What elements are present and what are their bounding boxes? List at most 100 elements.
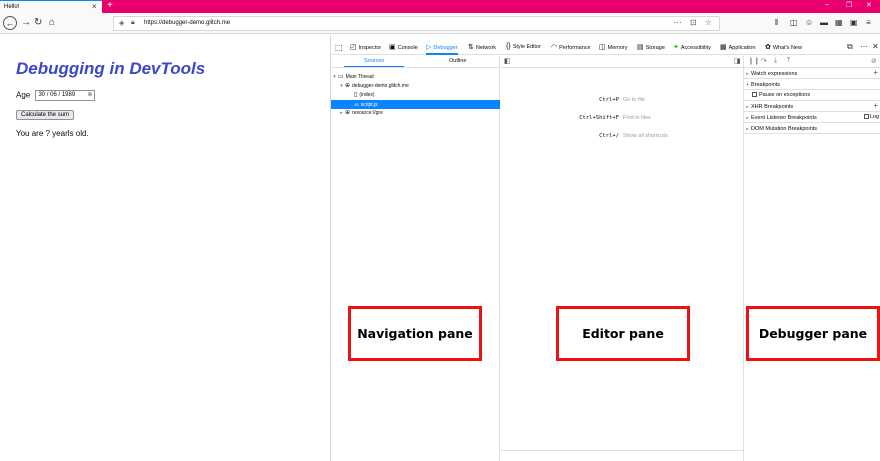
log-toggle[interactable]: Log bbox=[863, 112, 879, 123]
home-icon[interactable]: ⌂ bbox=[49, 16, 55, 30]
page-heading: Debugging in DevTools bbox=[16, 59, 206, 78]
tab-accessibility[interactable]: ✦ Accessibility bbox=[673, 43, 711, 51]
tree-item-index[interactable]: ▯ (index) bbox=[331, 91, 500, 100]
tab-console[interactable]: ▣ Console bbox=[389, 43, 418, 51]
pause-exceptions-checkbox[interactable] bbox=[752, 92, 757, 98]
chevron-right-icon: ▸ bbox=[746, 115, 749, 120]
chevron-down-icon[interactable]: ▾ bbox=[331, 73, 338, 82]
tree-item-label: (index) bbox=[359, 92, 375, 98]
account-icon[interactable]: ☺ bbox=[805, 18, 813, 27]
tab-style-editor[interactable]: {} Style Editor bbox=[506, 43, 541, 50]
debugger-icon: ▷ bbox=[426, 44, 432, 51]
close-window-icon[interactable]: ✕ bbox=[866, 1, 872, 9]
addon-icon[interactable]: ▣ bbox=[850, 18, 858, 27]
tab-sources[interactable]: Sources bbox=[343, 58, 405, 67]
tab-inspector[interactable]: ◰ Inspector bbox=[350, 43, 381, 51]
xhr-breakpoints-header[interactable]: ▸ XHR Breakpoints + bbox=[744, 101, 880, 112]
shortcut-desc: Show all shortcuts bbox=[623, 133, 668, 139]
clear-date-icon[interactable]: ⊗ bbox=[87, 91, 92, 100]
menu-icon[interactable]: ≡ bbox=[866, 18, 871, 27]
pause-icon[interactable]: ❙❙ bbox=[748, 57, 760, 65]
style-editor-icon: {} bbox=[506, 43, 511, 50]
storage-icon: ▤ bbox=[637, 44, 644, 51]
tree-item-script[interactable]: JS script.js bbox=[331, 100, 500, 109]
grid-extension-icon[interactable]: ▦ bbox=[835, 18, 843, 27]
tab-outline[interactable]: Outline bbox=[449, 58, 466, 64]
chevron-right-icon: ▸ bbox=[746, 126, 749, 131]
chevron-right-icon: ▸ bbox=[746, 71, 749, 76]
tab-whats-new[interactable]: ✿ What's New bbox=[765, 43, 802, 51]
maximize-icon[interactable]: ❐ bbox=[846, 1, 852, 9]
tab-memory[interactable]: ◫ Memory bbox=[599, 43, 628, 51]
memory-icon: ◫ bbox=[599, 44, 606, 51]
tree-item-main-thread[interactable]: ▾ ▭ Main Thread bbox=[331, 73, 500, 82]
tab-storage[interactable]: ▤ Storage bbox=[637, 43, 665, 51]
back-icon[interactable]: ← bbox=[3, 16, 17, 30]
step-in-icon[interactable]: ⤓ bbox=[774, 57, 777, 65]
url-text[interactable]: https://debugger-demo.glitch.me bbox=[144, 20, 230, 26]
extension-icon[interactable]: ▬ bbox=[820, 18, 828, 27]
sidebar-icon[interactable]: ◫ bbox=[790, 18, 798, 27]
window-icon: ▭ bbox=[338, 74, 344, 80]
shortcut-desc: Find in files bbox=[623, 115, 651, 121]
tab-application[interactable]: ▦ Application bbox=[720, 43, 756, 51]
pause-on-exceptions-row[interactable]: Pause on exceptions bbox=[744, 90, 880, 101]
chevron-down-icon: ▾ bbox=[746, 82, 749, 87]
add-watch-icon[interactable]: + bbox=[873, 68, 878, 78]
shortcut-go-to-file: Ctrl+P Go to file bbox=[501, 97, 744, 105]
tab-strip: Hello! × + – ❐ ✕ bbox=[0, 0, 880, 13]
reload-icon[interactable]: ↻ bbox=[34, 16, 42, 30]
dock-icon[interactable]: ⧉ bbox=[847, 42, 853, 52]
accessibility-icon: ✦ bbox=[673, 44, 679, 51]
tab-network[interactable]: ⇅ Network bbox=[468, 43, 496, 51]
shield-icon[interactable]: ◈ bbox=[119, 19, 124, 27]
shortcut-keys: Ctrl+Shift+F bbox=[579, 115, 619, 121]
toggle-debugger-icon[interactable]: ◨ bbox=[734, 57, 741, 65]
watch-expressions-header[interactable]: ▸ Watch expressions + bbox=[744, 68, 880, 79]
tab-performance[interactable]: ◠ Performance bbox=[551, 43, 591, 51]
whats-new-icon: ✿ bbox=[765, 44, 771, 51]
calculate-button[interactable]: Calculate the sum bbox=[16, 110, 75, 120]
log-checkbox[interactable] bbox=[863, 114, 869, 120]
sources-subtabs: Sources Outline bbox=[331, 56, 500, 68]
dom-mutation-header[interactable]: ▸ DOM Mutation Breakpoints bbox=[744, 123, 880, 134]
add-xhr-icon[interactable]: + bbox=[873, 101, 878, 111]
element-picker-icon[interactable]: ⬚ bbox=[335, 43, 343, 52]
close-tab-icon[interactable]: × bbox=[92, 2, 97, 11]
step-over-icon[interactable]: ↷ bbox=[761, 57, 767, 65]
devtools-panel: ⬚ ◰ Inspector ▣ Console ▷ Debugger ⇅ Network… bbox=[330, 35, 880, 461]
date-input[interactable]: 30 / 06 / 1989 ⊗ bbox=[35, 90, 96, 101]
inspector-icon: ◰ bbox=[350, 44, 357, 51]
event-listener-header[interactable]: ▸ Event Listener Breakpoints Log bbox=[744, 112, 880, 123]
globe-icon: ⊕ bbox=[345, 110, 351, 116]
age-row: Age 30 / 06 / 1989 ⊗ bbox=[16, 90, 96, 101]
performance-icon: ◠ bbox=[551, 44, 558, 51]
close-devtools-icon[interactable]: ✕ bbox=[872, 42, 879, 51]
browser-tab[interactable]: Hello! × bbox=[0, 0, 102, 13]
breakpoints-header[interactable]: ▾ Breakpoints bbox=[744, 79, 880, 90]
minimize-icon[interactable]: – bbox=[825, 1, 829, 8]
tab-debugger[interactable]: ▷ Debugger bbox=[426, 43, 458, 55]
deactivate-breakpoints-icon[interactable]: ⊘ bbox=[871, 57, 877, 65]
editor-footer bbox=[501, 450, 744, 461]
new-tab-button[interactable]: + bbox=[107, 0, 113, 11]
chevron-down-icon[interactable]: ▾ bbox=[338, 82, 345, 91]
tree-item-resource[interactable]: ▸ ⊕ resource://gre bbox=[331, 109, 500, 118]
chevron-right-icon[interactable]: ▸ bbox=[338, 109, 345, 118]
step-out-icon[interactable]: ⤒ bbox=[787, 57, 790, 65]
shortcut-find-in-files: Ctrl+Shift+F Find in files bbox=[501, 115, 744, 123]
url-bar[interactable]: ◈ 🔒︎ https://debugger-demo.glitch.me ⋯ ⊡… bbox=[113, 16, 720, 31]
shortcut-desc: Go to file bbox=[623, 97, 646, 103]
network-icon: ⇅ bbox=[468, 44, 474, 51]
more-options-icon[interactable]: ⋯ bbox=[860, 42, 868, 51]
forward-icon[interactable]: → bbox=[21, 16, 31, 30]
date-value: 30 / 06 / 1989 bbox=[38, 92, 76, 98]
lock-icon[interactable]: 🔒︎ bbox=[131, 19, 135, 27]
file-icon: ▯ bbox=[354, 92, 358, 98]
tree-item-label: debugger-demo.glitch.me bbox=[352, 83, 409, 89]
toggle-sidebar-icon[interactable]: ◧ bbox=[504, 57, 511, 65]
library-icon[interactable]: ⫴ bbox=[775, 18, 778, 28]
page-actions[interactable]: ⋯ ⊡ ☆ bbox=[674, 18, 715, 27]
tree-item-domain[interactable]: ▾ ⊕ debugger-demo.glitch.me bbox=[331, 82, 500, 91]
console-icon: ▣ bbox=[389, 44, 396, 51]
